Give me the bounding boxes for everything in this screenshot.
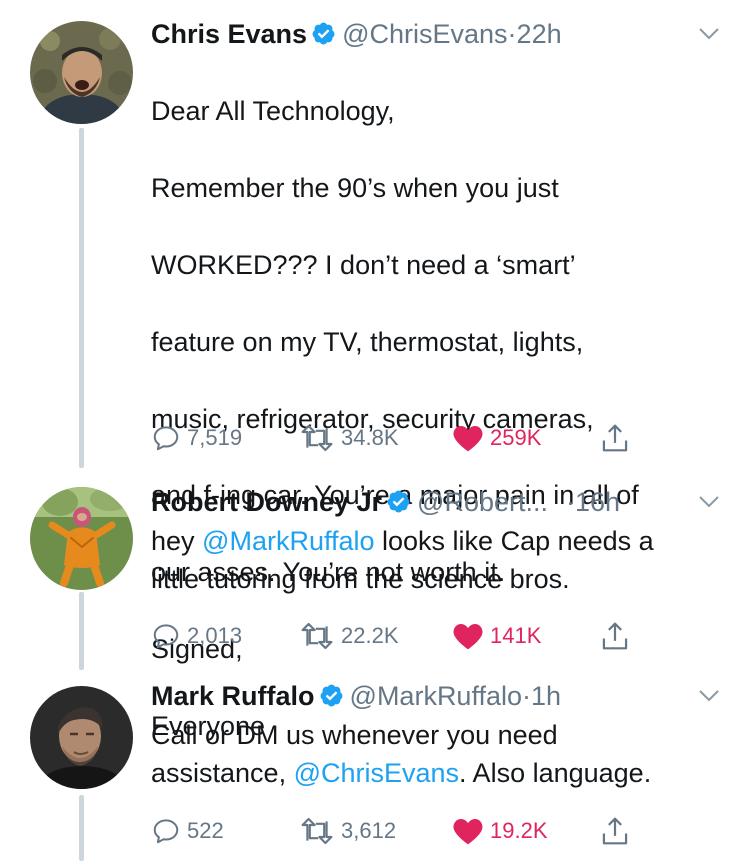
- like-count: 19.2K: [490, 818, 548, 843]
- display-name[interactable]: Robert Downey Jr: [151, 487, 382, 517]
- timestamp[interactable]: 16h: [575, 487, 620, 517]
- tweet[interactable]: Robert Downey Jr @Robert... ·16h hey @Mark…: [0, 470, 750, 670]
- heart-icon: [453, 426, 483, 452]
- retweet-count: 34.8K: [341, 425, 399, 450]
- separator-dot: ·: [522, 681, 531, 711]
- mention-link[interactable]: @ChrisEvans: [294, 758, 459, 788]
- tweet-actions: 2,013 22.2K 141K: [151, 616, 651, 656]
- reply-button[interactable]: 7,519: [151, 418, 242, 458]
- avatar[interactable]: [30, 487, 133, 590]
- verified-badge-icon: [387, 490, 410, 513]
- retweet-count: 22.2K: [341, 623, 399, 648]
- chevron-down-icon[interactable]: [698, 494, 720, 510]
- tweet-actions: 522 3,612 19.2K: [151, 811, 651, 851]
- share-button[interactable]: [600, 418, 636, 458]
- tweet-text-line: WORKED??? I don’t need a ‘smart’: [151, 250, 576, 281]
- retweet-button[interactable]: 22.2K: [299, 616, 399, 656]
- mention-link[interactable]: @MarkRuffalo: [202, 526, 374, 556]
- like-count: 259K: [490, 425, 542, 450]
- separator-dot: ·: [566, 487, 575, 517]
- tweet[interactable]: Mark Ruffalo @MarkRuffalo·1h Call or DM u…: [0, 670, 750, 861]
- reply-icon: [153, 819, 179, 844]
- tweet-text: hey @MarkRuffalo looks like Cap needs a …: [151, 522, 728, 599]
- share-icon: [602, 424, 628, 452]
- separator-dot: ·: [507, 19, 517, 49]
- avatar[interactable]: [30, 686, 133, 789]
- share-icon: [602, 622, 628, 650]
- display-name[interactable]: Mark Ruffalo: [151, 681, 315, 711]
- retweet-icon: [301, 424, 333, 452]
- timestamp[interactable]: 1h: [531, 681, 561, 711]
- reply-icon: [153, 624, 179, 649]
- like-button[interactable]: 259K: [452, 418, 541, 458]
- retweet-icon: [301, 817, 333, 845]
- like-button[interactable]: 141K: [452, 616, 541, 656]
- tweet-header: Chris Evans @ChrisEvans·22h: [151, 14, 728, 54]
- like-count: 141K: [490, 623, 542, 648]
- chevron-down-icon[interactable]: [698, 26, 720, 42]
- retweet-button[interactable]: 34.8K: [299, 418, 399, 458]
- retweet-icon: [301, 622, 333, 650]
- share-icon: [602, 817, 628, 845]
- retweet-count: 3,612: [341, 818, 397, 843]
- heart-icon: [453, 624, 483, 650]
- reply-button[interactable]: 522: [151, 811, 224, 851]
- share-button[interactable]: [600, 811, 636, 851]
- tweet-text-line: feature on my TV, thermostat, lights,: [151, 326, 584, 357]
- tweet-text: Call or DM us whenever you need assistan…: [151, 716, 728, 793]
- reply-count: 522: [187, 818, 224, 843]
- verified-badge-icon: [320, 684, 342, 707]
- share-button[interactable]: [600, 616, 636, 656]
- avatar[interactable]: [30, 21, 133, 124]
- handle[interactable]: @Robert...: [417, 487, 548, 517]
- tweet-text-line: Dear All Technology,: [151, 96, 395, 127]
- retweet-button[interactable]: 3,612: [299, 811, 396, 851]
- chevron-down-icon[interactable]: [698, 688, 720, 704]
- reply-icon: [153, 426, 179, 451]
- reply-count: 2,013: [187, 623, 243, 648]
- heart-icon: [453, 819, 483, 845]
- display-name[interactable]: Chris Evans: [151, 19, 307, 49]
- tweet-header: Mark Ruffalo @MarkRuffalo·1h: [151, 676, 728, 716]
- tweet-text-line: Remember the 90’s when you just: [151, 173, 559, 204]
- tweet-text-part: . Also language.: [459, 758, 652, 789]
- tweet-header: Robert Downey Jr @Robert... ·16h: [151, 482, 728, 522]
- like-button[interactable]: 19.2K: [452, 811, 548, 851]
- reply-count: 7,519: [187, 425, 243, 450]
- tweet[interactable]: Chris Evans @ChrisEvans·22h Dear All Tech…: [0, 0, 750, 741]
- tweet-actions: 7,519 34.8K 259K: [151, 418, 651, 458]
- handle[interactable]: @MarkRuffalo: [350, 681, 522, 711]
- tweet-text-part: hey: [151, 526, 203, 556]
- reply-button[interactable]: 2,013: [151, 616, 242, 656]
- handle[interactable]: @ChrisEvans: [342, 19, 507, 49]
- timestamp[interactable]: 22h: [517, 19, 562, 49]
- verified-badge-icon: [312, 22, 335, 45]
